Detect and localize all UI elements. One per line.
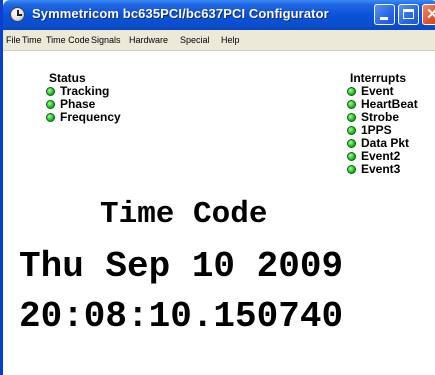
app-window: Symmetricom bc635PCI/bc637PCI Configurat…: [0, 0, 435, 375]
interrupt-indicator-led: [347, 152, 356, 161]
interrupt-label: Event2: [361, 149, 401, 163]
interrupt-label: HeartBeat: [361, 97, 418, 111]
status-label: Tracking: [60, 84, 110, 98]
close-icon: ✕: [426, 6, 435, 23]
close-button[interactable]: ✕: [422, 4, 435, 25]
interrupt-event2: Event2: [347, 149, 400, 163]
status-frequency: Frequency: [46, 110, 121, 124]
status-indicator-led: [46, 100, 55, 109]
maximize-button[interactable]: [398, 4, 419, 25]
time-code-date: Thu Sep 10 2009: [19, 246, 344, 287]
interrupt-label: 1PPS: [361, 123, 392, 137]
interrupt-strobe: Strobe: [347, 110, 399, 124]
status-heading: Status: [49, 71, 86, 85]
main-panel: Status Tracking Phase Frequency Interrup…: [3, 52, 435, 375]
interrupt-indicator-led: [347, 100, 356, 109]
time-code-time: 20:08:10.150740: [19, 296, 344, 337]
status-phase: Phase: [46, 97, 95, 111]
interrupt-heartbeat: HeartBeat: [347, 97, 418, 111]
status-tracking: Tracking: [46, 84, 109, 98]
interrupt-label: Event: [361, 84, 394, 98]
status-label: Phase: [60, 97, 96, 111]
interrupt-label: Data Pkt: [361, 136, 410, 150]
minimize-button[interactable]: [374, 4, 395, 25]
menu-hardware[interactable]: Hardware: [129, 35, 168, 45]
time-code-label: Time Code: [100, 197, 268, 232]
interrupts-heading: Interrupts: [350, 71, 407, 85]
interrupt-label: Strobe: [361, 110, 400, 124]
menu-time-code[interactable]: Time Code: [46, 35, 90, 45]
status-indicator-led: [46, 113, 55, 122]
window-title: Symmetricom bc635PCI/bc637PCI Configurat…: [32, 6, 329, 21]
interrupt-event: Event: [347, 84, 394, 98]
interrupt-indicator-led: [347, 87, 356, 96]
interrupt-indicator-led: [347, 139, 356, 148]
maximize-icon: [403, 9, 414, 19]
clock-icon[interactable]: [10, 7, 25, 22]
menu-time[interactable]: Time: [22, 35, 42, 45]
menu-signals[interactable]: Signals: [91, 35, 121, 45]
menu-special[interactable]: Special: [180, 35, 210, 45]
menu-bar: File Time Time Code Signals Hardware Spe…: [3, 30, 435, 51]
interrupt-indicator-led: [347, 113, 356, 122]
status-indicator-led: [46, 87, 55, 96]
menu-help[interactable]: Help: [221, 35, 240, 45]
interrupt-data-pkt: Data Pkt: [347, 136, 409, 150]
interrupt-indicator-led: [347, 126, 356, 135]
interrupt-event3: Event3: [347, 162, 400, 176]
interrupt-indicator-led: [347, 165, 356, 174]
title-bar[interactable]: Symmetricom bc635PCI/bc637PCI Configurat…: [3, 0, 435, 30]
status-label: Frequency: [60, 110, 121, 124]
interrupt-1pps: 1PPS: [347, 123, 392, 137]
interrupt-label: Event3: [361, 162, 401, 176]
minimize-icon: [380, 17, 388, 20]
menu-file[interactable]: File: [6, 35, 21, 45]
